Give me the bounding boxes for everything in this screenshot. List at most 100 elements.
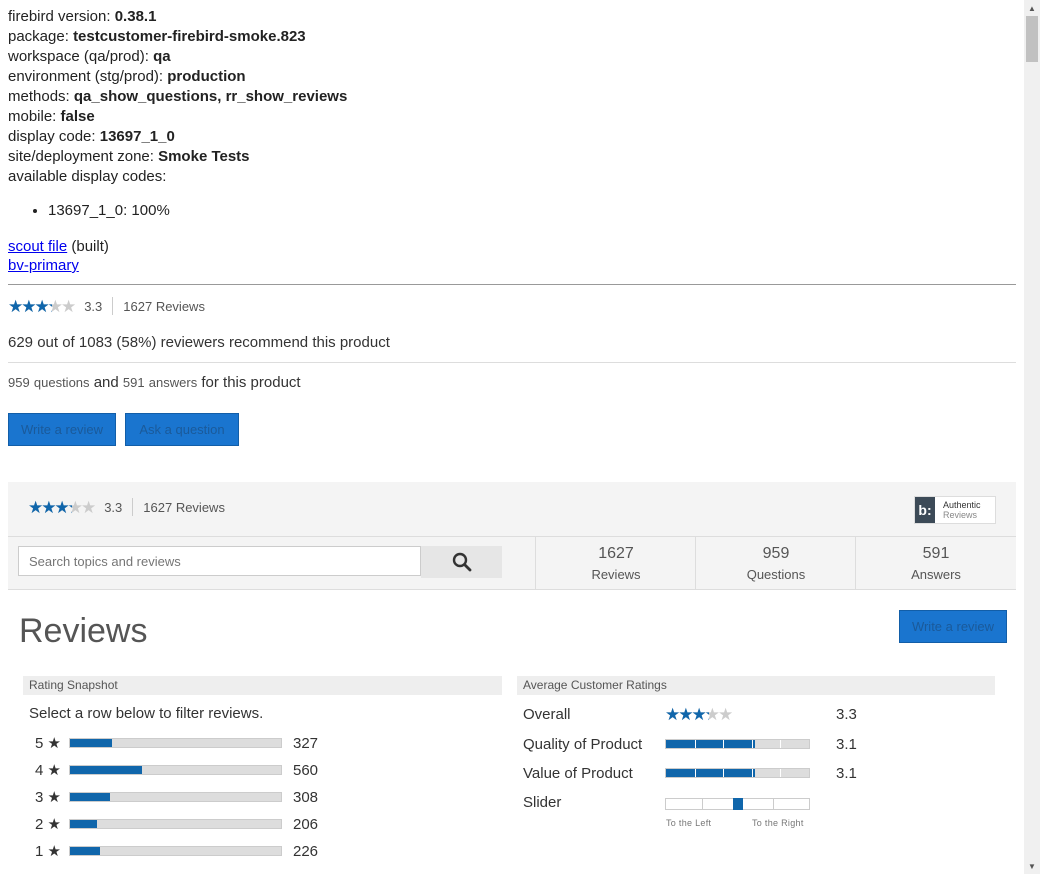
histogram-bar [69,765,282,775]
scout-file-link[interactable]: scout file [8,238,67,255]
slider-thumb [732,798,743,810]
built-note: (built) [71,238,109,255]
histogram-fill [70,739,113,747]
recommend-text: 629 out of 1083 (58%) reviewers recommen… [8,334,390,351]
overall-value: 3.3 [836,706,857,723]
stat-label: Questions [746,567,806,582]
divider [8,362,1016,363]
star-rating: ★★★★★ ★★★★★ [665,705,733,723]
star-label: 4 ★ [35,762,61,779]
debug-info: firebird version: 0.38.1 package: testcu… [8,7,347,187]
value-rating-row: Value of Product [523,763,810,783]
firebird-version: 0.38.1 [114,8,157,25]
star-label: 3 ★ [35,789,61,806]
stat-label: Reviews [591,567,641,582]
filter-hint: Select a row below to filter reviews. [29,705,264,722]
label: mobile: [8,108,57,125]
quality-bar [665,739,810,749]
divider [132,498,134,516]
stat-value: 1627 [598,545,634,562]
label: workspace (qa/prod): [8,48,149,65]
histogram-count: 327 [293,734,319,752]
histogram-fill [70,793,111,801]
histogram-bar [69,846,282,856]
quality-value: 3.1 [836,736,857,753]
questions-word: questions [33,375,90,390]
stat-answers[interactable]: 591 Answers [855,537,1016,590]
histogram-row-4[interactable]: 4 ★ 560 [35,761,319,780]
histogram-fill [70,847,100,855]
label: site/deployment zone: [8,148,154,165]
label: environment (stg/prod): [8,68,164,85]
authentic-reviews-badge[interactable]: b: Authentic Reviews [914,496,996,524]
questions-count: 959 [8,375,30,390]
rating-summary[interactable]: ★★★★★ ★★★★★ 3.3 1627 Reviews [8,296,205,316]
star-label: 1 ★ [35,843,61,860]
rating-snapshot-title: Rating Snapshot [23,676,502,695]
badge-subtitle: Reviews [943,510,978,520]
review-count: 1627 Reviews [143,499,225,515]
rating-value: 3.3 [84,298,103,314]
slider-row: Slider [523,792,665,812]
star-rating: ★★★★★ ★★★★★ [28,499,96,516]
search-icon [452,552,471,572]
deployment-zone: Smoke Tests [158,148,250,165]
histogram-fill [70,766,142,774]
histogram-bar [69,738,282,748]
slider-track [665,798,810,810]
stat-reviews[interactable]: 1627 Reviews [535,537,696,590]
environment: production [167,68,246,85]
label: display code: [8,128,96,145]
package: testcustomer-firebird-smoke.823 [73,28,306,45]
search-button[interactable] [421,546,502,578]
review-count: 1627 Reviews [123,298,205,314]
answers-count: 591 [122,375,145,390]
badge-title: Authentic [943,500,981,510]
histogram-row-1[interactable]: 1 ★ 226 [35,842,319,861]
star-fill: ★★★★★ [665,705,709,723]
ask-question-button[interactable]: Ask a question [125,413,239,446]
slider-left-label: To the Left [666,818,712,828]
histogram-row-5[interactable]: 5 ★ 327 [35,734,319,753]
histogram-count: 226 [293,842,319,860]
for-product-text: for this product [201,374,301,391]
links: scout file (built) bv-primary [8,237,109,275]
overall-rating-row: Overall ★★★★★ ★★★★★ [523,704,733,724]
scroll-up-icon[interactable]: ▲ [1024,0,1040,16]
qa-summary: 959 questions and 591 answers for this p… [8,374,301,391]
scroll-down-icon[interactable]: ▼ [1024,858,1040,874]
scrollbar-thumb[interactable] [1026,16,1038,62]
bv-primary-link[interactable]: bv-primary [8,257,79,274]
available-codes-list: 13697_1_0: 100% [8,202,170,219]
divider [8,284,1016,285]
page: firebird version: 0.38.1 package: testcu… [0,0,1024,874]
bazaarvoice-logo-icon: b: [915,497,935,523]
histogram-row-2[interactable]: 2 ★ 206 [35,815,319,834]
stat-value: 959 [762,545,790,562]
overall-label: Overall [523,705,571,723]
workspace: qa [153,48,171,65]
stat-value: 591 [922,545,950,562]
panel-rating-summary[interactable]: ★★★★★ ★★★★★ 3.3 1627 Reviews [28,498,225,516]
write-review-button-secondary[interactable]: Write a review [899,610,1007,643]
histogram-bar [69,819,282,829]
histogram-count: 206 [293,815,319,833]
divider [112,297,114,315]
value-fill [666,769,755,777]
average-ratings-title: Average Customer Ratings [517,676,995,695]
answers-word: answers [148,375,198,390]
vertical-scrollbar[interactable]: ▲ ▼ [1024,0,1040,874]
value-label: Value of Product [523,764,633,782]
value-value: 3.1 [836,765,857,782]
rating-panel: ★★★★★ ★★★★★ 3.3 1627 Reviews b: Authenti… [8,482,1016,536]
histogram-count: 560 [293,761,319,779]
stat-questions[interactable]: 959 Questions [695,537,856,590]
write-review-button[interactable]: Write a review [8,413,116,446]
search-bar: 1627 Reviews 959 Questions 591 Answers [8,536,1016,590]
histogram-fill [70,820,98,828]
histogram-row-3[interactable]: 3 ★ 308 [35,788,318,807]
label: package: [8,28,69,45]
mobile: false [60,108,95,125]
star-fill: ★★★★★ [8,297,52,315]
search-input[interactable] [18,546,421,576]
